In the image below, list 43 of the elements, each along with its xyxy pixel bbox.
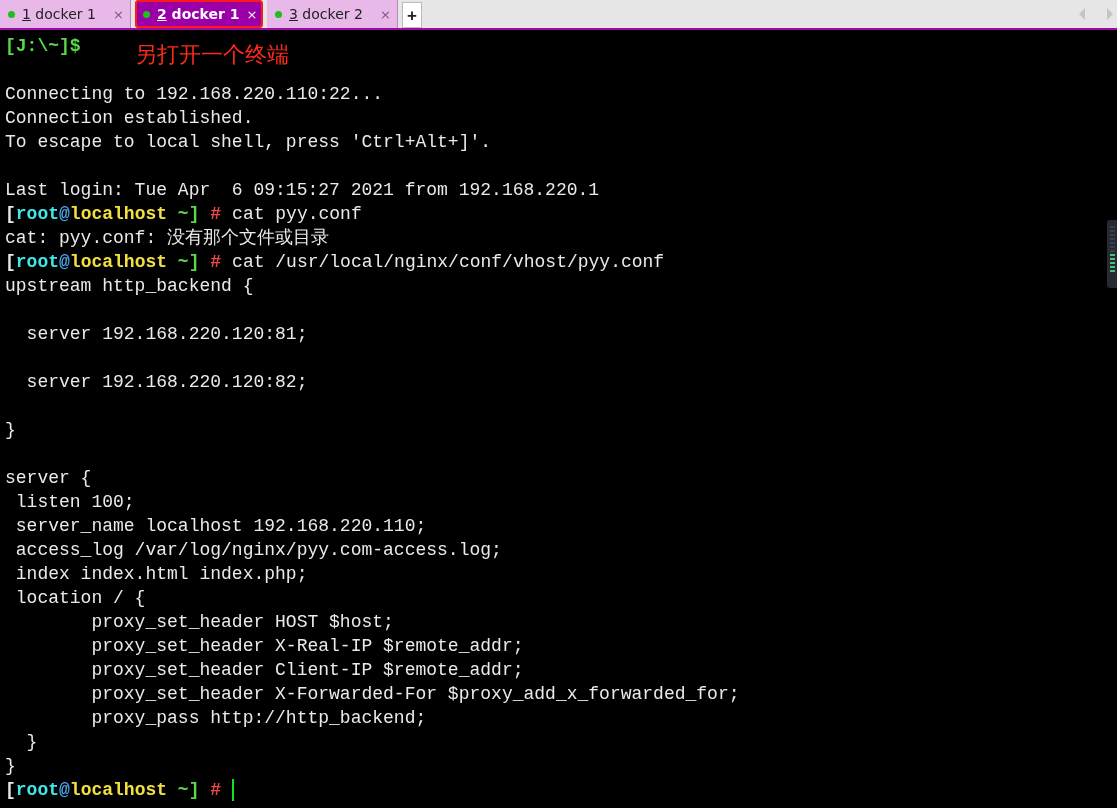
output-line: server_name localhost 192.168.220.110; xyxy=(14,515,427,538)
output-line: cat: pyy.conf: 没有那个文件或目录 xyxy=(5,227,330,250)
close-icon[interactable]: × xyxy=(113,6,124,22)
command-text: cat /usr/local/nginx/conf/vhost/pyy.conf xyxy=(232,251,665,274)
output-line: } xyxy=(5,419,16,442)
output-line: server { xyxy=(5,467,92,490)
output-line: location / { xyxy=(14,587,146,610)
output-line: server 192.168.220.120:81; xyxy=(25,323,308,346)
output-line: Last login: Tue Apr 6 09:15:27 2021 from 192.168.220.1 xyxy=(5,179,600,202)
output-line: access_log /var/log/nginx/pyy.com-access.log; xyxy=(14,539,502,562)
close-icon[interactable]: × xyxy=(380,6,391,22)
output-line: listen 100; xyxy=(14,491,135,514)
tab-label: 2 docker 1 xyxy=(157,6,240,22)
output-line: upstream http_backend { xyxy=(5,275,254,298)
output-line: proxy_set_header Client-IP $remote_addr; xyxy=(90,659,524,682)
output-line: server 192.168.220.120:82; xyxy=(25,371,308,394)
local-prompt: [J:\~]$ xyxy=(5,35,81,58)
tab-label: 3 docker 2 xyxy=(289,6,364,22)
shell-prompt: [root@localhost ~] # xyxy=(5,779,222,802)
status-dot-icon xyxy=(8,10,15,18)
close-icon[interactable]: × xyxy=(246,6,258,22)
scrollbar[interactable] xyxy=(1107,220,1117,288)
terminal-tab[interactable]: 1 docker 1 × xyxy=(0,0,131,28)
output-line: To escape to local shell, press 'Ctrl+Alt+]'. xyxy=(5,131,492,154)
output-line: proxy_set_header HOST $host; xyxy=(90,611,394,634)
status-dot-icon xyxy=(275,10,282,18)
status-dot-icon xyxy=(143,10,150,18)
output-line: Connecting to 192.168.220.110:22... xyxy=(5,83,384,106)
output-line: index index.html index.php; xyxy=(14,563,308,586)
output-line: proxy_set_header X-Forwarded-For $proxy_add_x_forwarded_for; xyxy=(90,683,740,706)
command-text: cat pyy.conf xyxy=(232,203,362,226)
terminal-tab[interactable]: 2 docker 1 × xyxy=(135,0,263,28)
shell-prompt: [root@localhost ~] # xyxy=(5,203,222,226)
new-tab-button[interactable]: + xyxy=(402,2,422,28)
terminal-tab[interactable]: 3 docker 2 × xyxy=(267,0,398,28)
tab-label: 1 docker 1 xyxy=(22,6,97,22)
output-line: proxy_pass http://http_backend; xyxy=(90,707,427,730)
output-line: Connection established. xyxy=(5,107,254,130)
output-line: proxy_set_header X-Real-IP $remote_addr; xyxy=(90,635,524,658)
shell-prompt: [root@localhost ~] # xyxy=(5,251,222,274)
output-line: } xyxy=(5,755,16,778)
annotation-text: 另打开一个终端 xyxy=(135,41,289,69)
output-line: } xyxy=(25,731,38,754)
